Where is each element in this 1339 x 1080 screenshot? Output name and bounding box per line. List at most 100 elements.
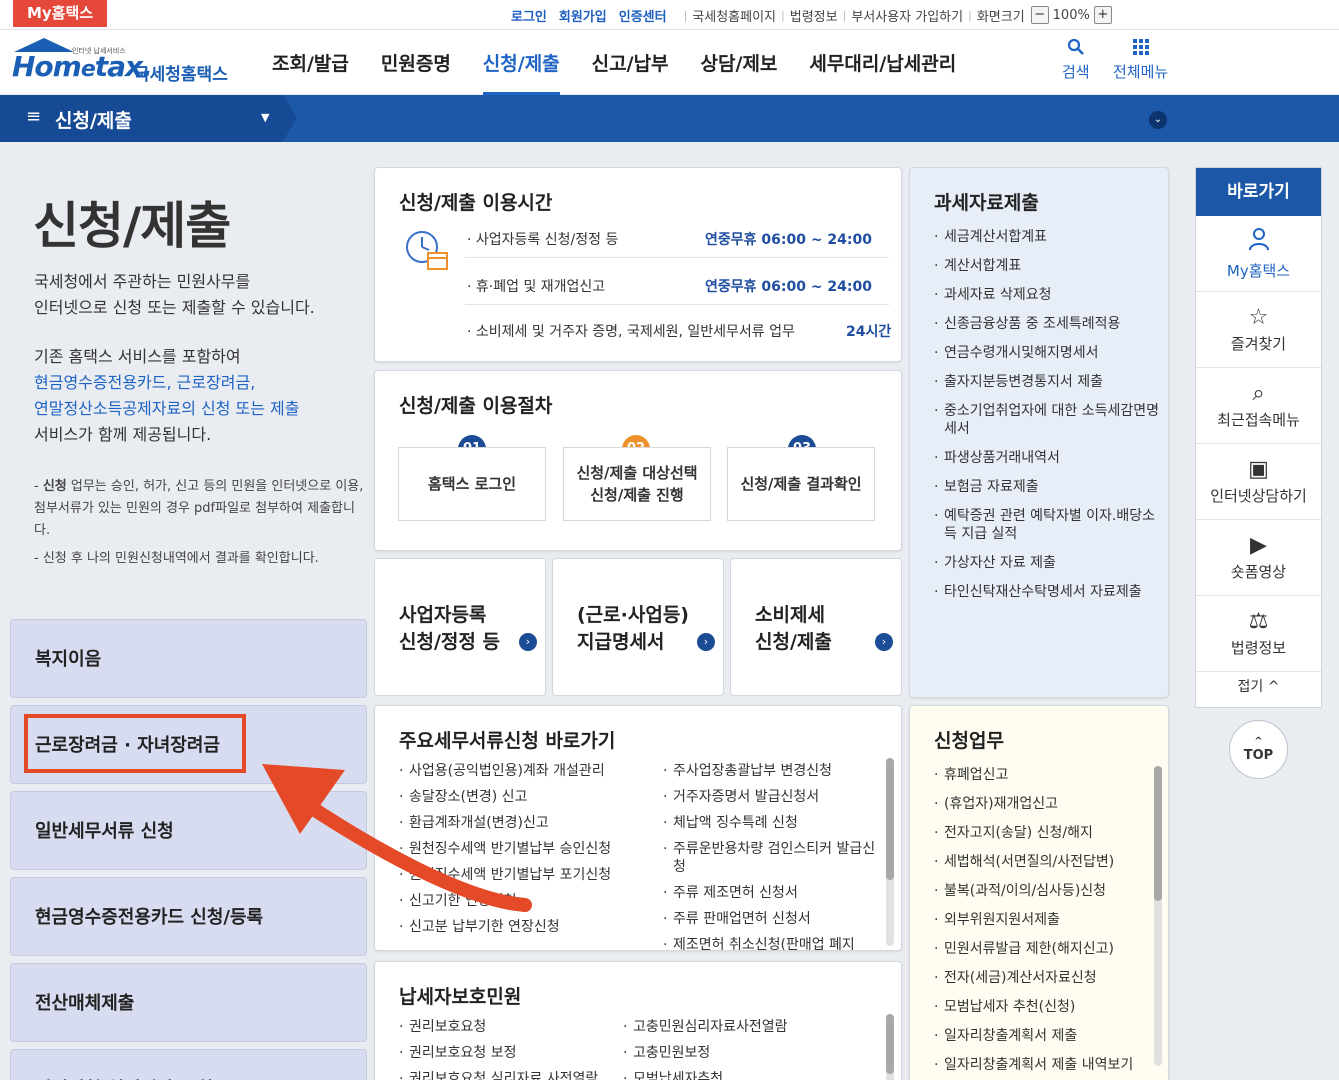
top-links: 로그인 회원가입 인증센터 | 국세청홈페이지 | 법령정보 | 부서사용자 가…: [511, 4, 1112, 26]
protect-scrollbar[interactable]: [886, 1014, 894, 1080]
list-item[interactable]: 권리보호요청 보정: [399, 1044, 619, 1062]
tile-business-registration[interactable]: 사업자등록 신청/정정 등 ›: [374, 558, 546, 696]
apply-work-title: 신청업무: [934, 730, 1004, 752]
list-item[interactable]: 원천징수세액 반기별납부 포기신청: [399, 866, 649, 884]
list-item[interactable]: 타인신탁재산수탁명세서 자료제출: [934, 583, 1160, 601]
list-item[interactable]: 고충민원심리자료사전열람: [623, 1018, 863, 1036]
quick-my-hometax[interactable]: My홈택스: [1196, 216, 1321, 292]
top-utility-bar: My홈택스 로그인 회원가입 인증센터 | 국세청홈페이지 | 법령정보 | 부…: [0, 0, 1339, 30]
cash-receipt-card-button[interactable]: 현금영수증전용카드 신청/등록: [10, 877, 367, 956]
nav-consult[interactable]: 상담/제보: [701, 30, 778, 94]
nav-apply-submit[interactable]: 신청/제출: [482, 30, 560, 95]
nav-certificate[interactable]: 민원증명: [381, 30, 451, 94]
nav-inquiry[interactable]: 조회/발급: [272, 30, 349, 94]
zoom-in-button[interactable]: +: [1093, 6, 1112, 24]
list-item[interactable]: 휴폐업신고: [934, 766, 1154, 784]
law-info-link[interactable]: 법령정보: [790, 6, 838, 25]
hometax-logo[interactable]: 인터넷 납세서비스 Hometax. 국세청홈택스: [10, 38, 235, 88]
tile-payment-statement[interactable]: (근로·사업등) 지급명세서 ›: [552, 558, 724, 696]
list-item[interactable]: 권리보호요청: [399, 1018, 619, 1036]
list-item[interactable]: 제조면허 취소신청(판매업 폐지: [663, 936, 883, 950]
dept-user-join-link[interactable]: 부서사용자 가입하기: [851, 6, 963, 25]
quick-online-consult[interactable]: ▣ 인터넷상담하기: [1196, 444, 1321, 520]
list-item[interactable]: 신고기한 연장신청: [399, 892, 649, 910]
list-item[interactable]: 신종금융상품 중 조세특례적용: [934, 315, 1160, 333]
list-item[interactable]: 예탁증권 관련 예탁자별 이자.배당소득 지급 실적: [934, 507, 1160, 543]
global-nav: 조회/발급 민원증명 신청/제출 신고/납부 상담/제보 세무대리/납세관리: [272, 30, 988, 95]
tile-consumption-tax[interactable]: 소비제세 신청/제출 ›: [730, 558, 902, 696]
arrow-right-icon: ›: [697, 633, 715, 651]
list-item[interactable]: 신고분 납부기한 연장신청: [399, 918, 649, 936]
list-item[interactable]: 원천징수세액 반기별납부 승인신청: [399, 840, 649, 858]
taxpayer-protection-title: 납세자보호민원: [399, 986, 522, 1008]
list-item[interactable]: 모범납세자추천: [623, 1070, 863, 1080]
nav-report-pay[interactable]: 신고/납부: [592, 30, 669, 94]
welfare-link-button[interactable]: 복지이음: [10, 619, 367, 698]
clock-calendar-icon: [404, 228, 448, 272]
all-menu-button[interactable]: 전체메뉴: [1113, 38, 1168, 82]
list-item[interactable]: 계산서합계표: [934, 257, 1160, 275]
list-item[interactable]: 외부위원지원서제출: [934, 911, 1154, 929]
tax-data-list: 세금계산서합계표 계산서합계표 과세자료 삭제요청 신종금융상품 중 조세특례적…: [934, 228, 1160, 612]
apply-scrollbar[interactable]: [1154, 766, 1162, 1066]
step-select-target: 신청/제출 대상선택 신청/제출 진행: [563, 447, 711, 521]
list-item[interactable]: (휴업자)재개업신고: [934, 795, 1154, 813]
chevron-up-icon: ^: [1254, 736, 1263, 747]
list-item[interactable]: 민원서류발급 제한(해지신고): [934, 940, 1154, 958]
list-item[interactable]: 과세자료 삭제요청: [934, 286, 1160, 304]
quick-law-info[interactable]: ⚖ 법령정보: [1196, 596, 1321, 672]
list-item[interactable]: 권리보호요청 심리자료 사전열람: [399, 1070, 619, 1080]
quick-favorites[interactable]: ☆ 즐겨찾기: [1196, 292, 1321, 368]
quick-menu-title: 바로가기: [1196, 168, 1321, 216]
complaint-result-button[interactable]: 민원신청 처리결과 조회: [10, 1049, 367, 1080]
list-item[interactable]: 고충민원보정: [623, 1044, 863, 1062]
list-item[interactable]: 가상자산 자료 제출: [934, 554, 1160, 572]
list-item[interactable]: 환급계좌개설(변경)신고: [399, 814, 649, 832]
caret-down-icon: ▼: [261, 111, 270, 124]
quick-menu: 바로가기 My홈택스 ☆ 즐겨찾기 ⌕ 최근접속메뉴 ▣ 인터넷상담하기 ▶ 숏…: [1195, 167, 1322, 708]
list-item[interactable]: 주류 제조면허 신청서: [663, 884, 883, 902]
list-item[interactable]: 체납액 징수특례 신청: [663, 814, 883, 832]
list-item[interactable]: 모범납세자 추천(신청): [934, 998, 1154, 1016]
my-hometax-badge[interactable]: My홈택스: [13, 0, 107, 27]
expand-chevron-icon[interactable]: ⌄: [1149, 111, 1167, 129]
nts-homepage-link[interactable]: 국세청홈페이지: [692, 6, 776, 25]
list-item[interactable]: 주류 판매업면허 신청서: [663, 910, 883, 928]
scroll-top-button[interactable]: ^ TOP: [1229, 720, 1288, 779]
electronic-media-submit-button[interactable]: 전산매체제출: [10, 963, 367, 1042]
search-icon: [1062, 38, 1090, 61]
zoom-value: 100%: [1052, 7, 1090, 23]
current-section-dropdown[interactable]: ≡ 신청/제출 ▼: [0, 95, 283, 142]
zoom-out-button[interactable]: −: [1030, 6, 1049, 24]
list-item[interactable]: 중소기업취업자에 대한 소득세감면명세서: [934, 402, 1160, 438]
list-item[interactable]: 송달장소(변경) 신고: [399, 788, 649, 806]
list-item[interactable]: 거주자증명서 발급신청서: [663, 788, 883, 806]
list-item[interactable]: 사업용(공익법인용)계좌 개설관리: [399, 762, 649, 780]
list-item[interactable]: 세법해석(서면질의/사전답변): [934, 853, 1154, 871]
join-link[interactable]: 회원가입: [559, 6, 607, 25]
list-item[interactable]: 일자리창출계획서 제출: [934, 1027, 1154, 1045]
star-icon: ☆: [1248, 305, 1269, 330]
list-item[interactable]: 전자(세금)계산서자료신청: [934, 969, 1154, 987]
list-item[interactable]: 보험금 자료제출: [934, 478, 1160, 496]
list-item[interactable]: 세금계산서합계표: [934, 228, 1160, 246]
list-item[interactable]: 연금수령개시및해지명세서: [934, 344, 1160, 362]
cert-center-link[interactable]: 인증센터: [619, 6, 667, 25]
list-item[interactable]: 파생상품거래내역서: [934, 449, 1160, 467]
list-item[interactable]: 일자리창출계획서 제출 내역보기: [934, 1056, 1154, 1074]
hamburger-icon: ≡: [26, 106, 42, 127]
list-item[interactable]: 주사업장총괄납부 변경신청: [663, 762, 883, 780]
arrow-right-icon: ›: [519, 633, 537, 651]
quick-shortform-video[interactable]: ▶ 숏폼영상: [1196, 520, 1321, 596]
list-item[interactable]: 불복(과적/이의/심사등)신청: [934, 882, 1154, 900]
search-button[interactable]: 검색: [1062, 38, 1090, 82]
main-docs-scrollbar[interactable]: [886, 758, 894, 946]
general-tax-docs-button[interactable]: 일반세무서류 신청: [10, 791, 367, 870]
list-item[interactable]: 주류운반용차량 검인스티커 발급신청: [663, 840, 883, 876]
list-item[interactable]: 출자지분등변경통지서 제출: [934, 373, 1160, 391]
nav-tax-agent[interactable]: 세무대리/납세관리: [809, 30, 956, 94]
quick-recent-menu[interactable]: ⌕ 최근접속메뉴: [1196, 368, 1321, 444]
quick-fold-button[interactable]: 접기 ^: [1196, 676, 1321, 696]
list-item[interactable]: 전자고지(송달) 신청/해지: [934, 824, 1154, 842]
login-link[interactable]: 로그인: [511, 6, 547, 25]
